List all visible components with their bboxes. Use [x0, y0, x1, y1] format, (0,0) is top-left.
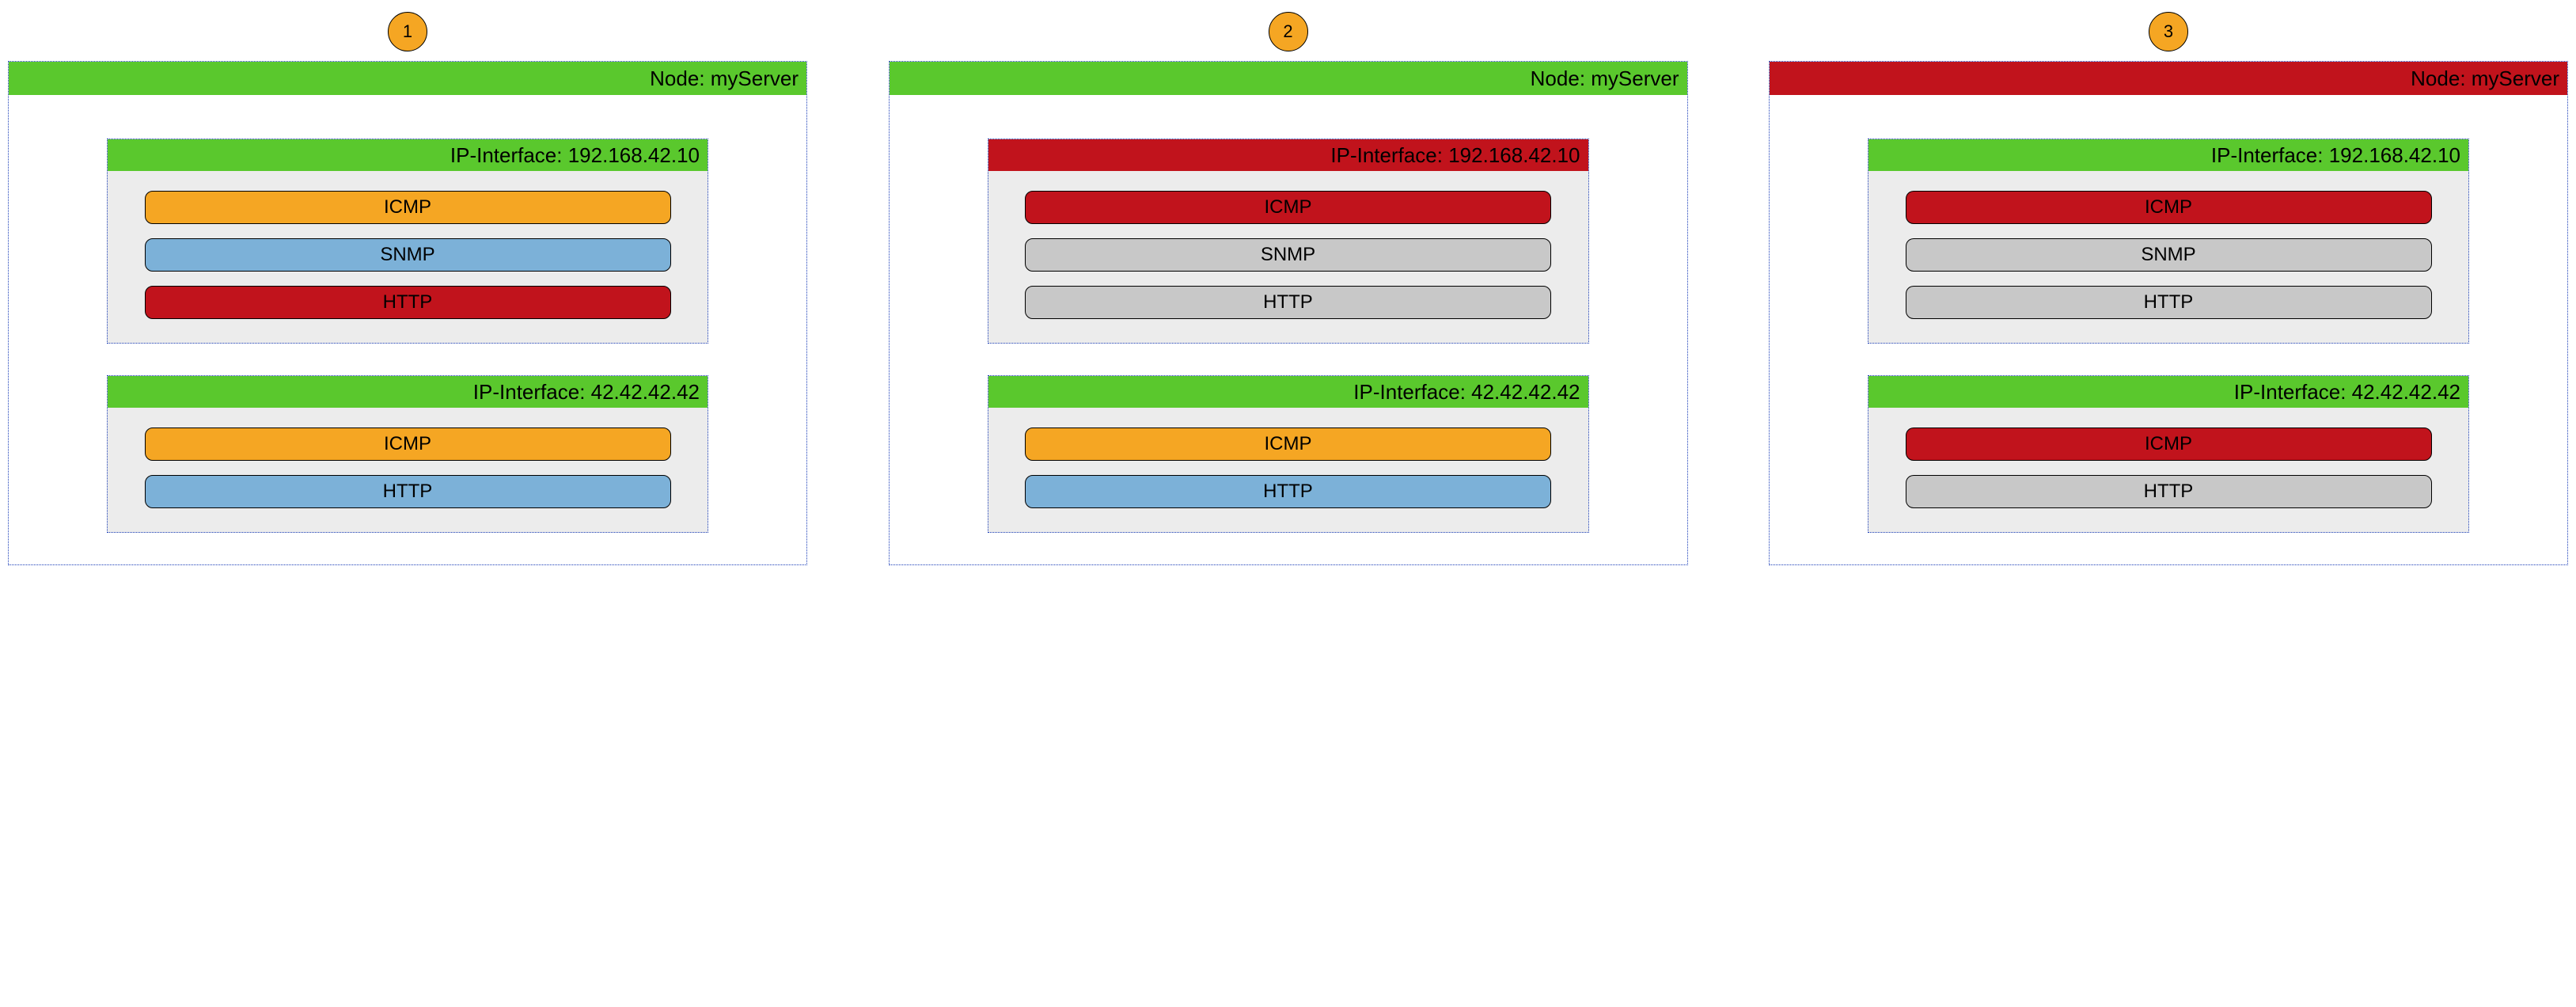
service-list: ICMP SNMP HTTP — [108, 191, 708, 319]
scenario-badge: 2 — [1269, 12, 1308, 51]
service-http: HTTP — [1025, 286, 1551, 319]
interface-box: IP-Interface: 42.42.42.42 ICMP HTTP — [988, 375, 1589, 533]
interface-list: IP-Interface: 192.168.42.10 ICMP SNMP HT… — [890, 139, 1687, 533]
node-box: Node: myServer IP-Interface: 192.168.42.… — [889, 61, 1688, 565]
service-snmp: SNMP — [1906, 238, 2432, 272]
interface-box: IP-Interface: 42.42.42.42 ICMP HTTP — [107, 375, 708, 533]
service-http: HTTP — [145, 475, 671, 508]
node-box: Node: myServer IP-Interface: 192.168.42.… — [1769, 61, 2568, 565]
service-icmp: ICMP — [1906, 428, 2432, 461]
service-http: HTTP — [145, 286, 671, 319]
interface-list: IP-Interface: 192.168.42.10 ICMP SNMP HT… — [1770, 139, 2567, 533]
node-header: Node: myServer — [9, 62, 806, 95]
interface-box: IP-Interface: 42.42.42.42 ICMP HTTP — [1868, 375, 2469, 533]
interface-box: IP-Interface: 192.168.42.10 ICMP SNMP HT… — [1868, 139, 2469, 344]
node-box: Node: myServer IP-Interface: 192.168.42.… — [8, 61, 807, 565]
scenario-badge: 1 — [388, 12, 427, 51]
scenario-3: 3 Node: myServer IP-Interface: 192.168.4… — [1769, 12, 2568, 983]
service-icmp: ICMP — [145, 428, 671, 461]
interface-list: IP-Interface: 192.168.42.10 ICMP SNMP HT… — [9, 139, 806, 533]
service-icmp: ICMP — [1906, 191, 2432, 224]
interface-header: IP-Interface: 192.168.42.10 — [1868, 139, 2468, 171]
service-list: ICMP HTTP — [1868, 428, 2468, 508]
service-http: HTTP — [1906, 286, 2432, 319]
scenario-1: 1 Node: myServer IP-Interface: 192.168.4… — [8, 12, 807, 983]
interface-header: IP-Interface: 42.42.42.42 — [988, 376, 1588, 408]
service-list: ICMP SNMP HTTP — [1868, 191, 2468, 319]
interface-box: IP-Interface: 192.168.42.10 ICMP SNMP HT… — [988, 139, 1589, 344]
service-list: ICMP HTTP — [108, 428, 708, 508]
interface-header: IP-Interface: 42.42.42.42 — [108, 376, 708, 408]
service-snmp: SNMP — [1025, 238, 1551, 272]
service-list: ICMP SNMP HTTP — [988, 191, 1588, 319]
scenario-2: 2 Node: myServer IP-Interface: 192.168.4… — [889, 12, 1688, 983]
interface-header: IP-Interface: 192.168.42.10 — [988, 139, 1588, 171]
service-icmp: ICMP — [1025, 191, 1551, 224]
interface-box: IP-Interface: 192.168.42.10 ICMP SNMP HT… — [107, 139, 708, 344]
service-icmp: ICMP — [145, 191, 671, 224]
node-header: Node: myServer — [1770, 62, 2567, 95]
service-snmp: SNMP — [145, 238, 671, 272]
service-http: HTTP — [1906, 475, 2432, 508]
service-list: ICMP HTTP — [988, 428, 1588, 508]
scenario-badge: 3 — [2149, 12, 2188, 51]
interface-header: IP-Interface: 42.42.42.42 — [1868, 376, 2468, 408]
node-header: Node: myServer — [890, 62, 1687, 95]
service-icmp: ICMP — [1025, 428, 1551, 461]
interface-header: IP-Interface: 192.168.42.10 — [108, 139, 708, 171]
service-http: HTTP — [1025, 475, 1551, 508]
diagram-canvas: 1 Node: myServer IP-Interface: 192.168.4… — [0, 0, 2576, 1007]
